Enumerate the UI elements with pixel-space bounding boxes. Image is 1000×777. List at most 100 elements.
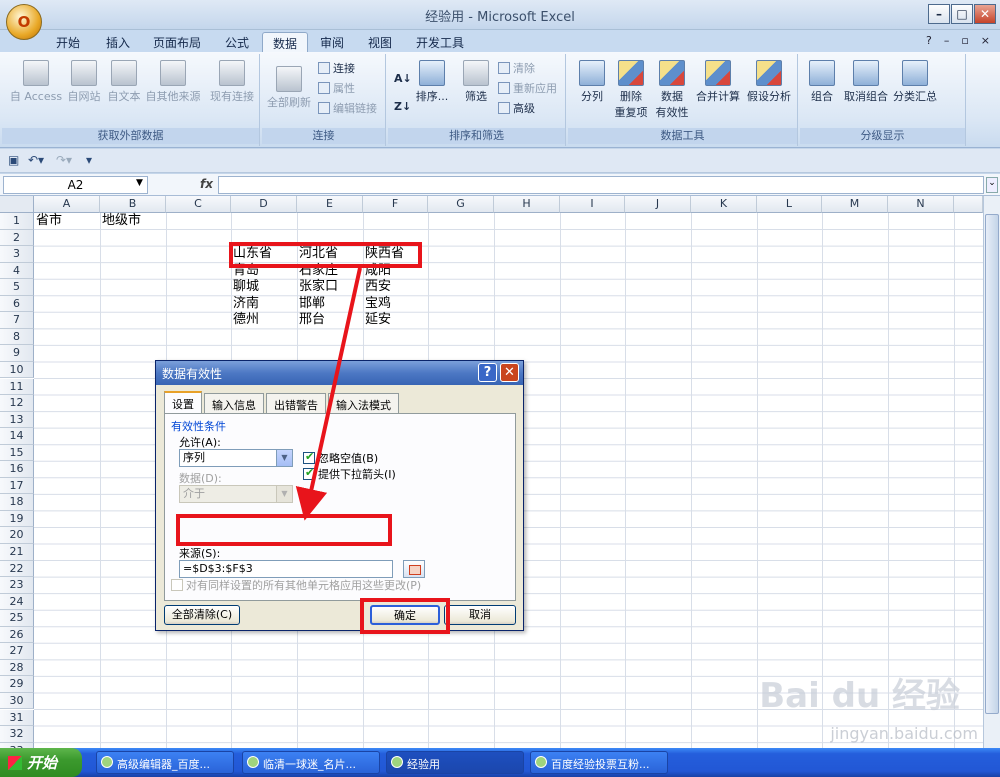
text-to-columns-button[interactable]: 分列 (574, 60, 610, 104)
select-all-corner[interactable] (0, 196, 34, 213)
column-header[interactable]: H (494, 196, 560, 213)
column-header[interactable]: K (691, 196, 757, 213)
row-header[interactable]: 16 (0, 461, 34, 478)
undo-icon[interactable]: ↶▾ (28, 153, 44, 167)
row-header[interactable]: 19 (0, 510, 34, 528)
data-validation-button[interactable]: 数据 有效性 (652, 60, 692, 120)
consolidate-button[interactable]: 合并计算 (694, 60, 742, 104)
row-header[interactable]: 7 (0, 312, 34, 329)
row-header[interactable]: 22 (0, 560, 34, 578)
column-header[interactable]: N (888, 196, 954, 213)
tab-error-alert[interactable]: 出错警告 (266, 393, 326, 413)
name-box[interactable]: A2 (3, 176, 148, 194)
from-web-button[interactable]: 自网站 (64, 60, 104, 104)
row-header[interactable]: 12 (0, 395, 34, 412)
sort-asc-icon[interactable]: A↓ (394, 72, 412, 85)
reapply-button[interactable]: 重新应用 (498, 80, 557, 96)
cell-e6[interactable]: 邯郸 (297, 296, 325, 312)
row-header[interactable]: 15 (0, 444, 34, 462)
properties-button[interactable]: 属性 (318, 80, 355, 96)
tab-formulas[interactable]: 公式 (215, 32, 259, 52)
row-header[interactable]: 20 (0, 527, 34, 544)
tab-review[interactable]: 审阅 (310, 32, 354, 52)
row-header[interactable]: 14 (0, 428, 34, 445)
row-header[interactable]: 9 (0, 345, 34, 362)
restore-icon[interactable]: ▫ (961, 34, 968, 47)
maximize-button[interactable]: □ (951, 4, 973, 24)
row-header[interactable]: 1 (0, 213, 34, 230)
row-header[interactable]: 24 (0, 593, 34, 611)
row-header[interactable]: 4 (0, 262, 34, 280)
row-header[interactable]: 2 (0, 229, 34, 247)
tab-developer[interactable]: 开发工具 (406, 32, 474, 52)
clear-button[interactable]: 清除 (498, 60, 535, 76)
group-button[interactable]: 组合 (804, 60, 840, 104)
clear-all-button[interactable]: 全部清除(C) (164, 605, 240, 625)
row-header[interactable]: 32 (0, 726, 34, 743)
sort-desc-icon[interactable]: Z↓ (394, 100, 411, 113)
apply-all-checkbox[interactable]: 对有同样设置的所有其他单元格应用这些更改(P) (171, 577, 421, 593)
filter-button[interactable]: 筛选 (458, 60, 494, 104)
office-button[interactable]: O (6, 4, 42, 40)
column-header[interactable]: G (428, 196, 494, 213)
row-header[interactable]: 10 (0, 361, 34, 379)
row-header[interactable]: 30 (0, 692, 34, 710)
refresh-all-button[interactable]: 全部刷新 (264, 66, 314, 110)
cell-a1[interactable]: 省市 (34, 213, 62, 229)
row-header[interactable]: 31 (0, 709, 34, 727)
vertical-scrollbar[interactable] (983, 196, 1000, 748)
row-header[interactable]: 28 (0, 659, 34, 677)
cell-d5[interactable]: 聊城 (231, 279, 259, 295)
column-header[interactable]: I (560, 196, 625, 213)
row-header[interactable]: 25 (0, 610, 34, 627)
data-select[interactable]: 介于 ▼ (179, 485, 293, 503)
cell-d7[interactable]: 德州 (231, 312, 259, 328)
edit-links-button[interactable]: 编辑链接 (318, 100, 377, 116)
row-header[interactable]: 18 (0, 494, 34, 511)
row-header[interactable]: 27 (0, 643, 34, 660)
column-header[interactable]: L (757, 196, 822, 213)
row-header[interactable]: 3 (0, 246, 34, 263)
advanced-button[interactable]: 高级 (498, 100, 535, 116)
row-header[interactable]: 17 (0, 477, 34, 495)
tab-view[interactable]: 视图 (358, 32, 402, 52)
existing-connections-button[interactable]: 现有连接 (206, 60, 258, 104)
row-header[interactable]: 21 (0, 544, 34, 561)
taskbar-item[interactable]: 临清一球迷_名片... (242, 751, 380, 774)
range-picker-icon[interactable] (403, 560, 425, 578)
column-header[interactable]: J (625, 196, 691, 213)
formula-input[interactable] (218, 176, 984, 194)
cell-e5[interactable]: 张家口 (297, 279, 338, 295)
tab-data[interactable]: 数据 (262, 32, 309, 52)
column-header[interactable]: C (166, 196, 231, 213)
start-button[interactable]: 开始 (0, 748, 82, 777)
what-if-button[interactable]: 假设分析 (744, 60, 794, 104)
row-header[interactable]: 13 (0, 411, 34, 429)
help-icon[interactable]: ? (926, 34, 932, 47)
ignore-blank-checkbox[interactable]: 忽略空值(B) (303, 450, 378, 466)
customize-qat-icon[interactable]: ▾ (86, 153, 92, 167)
in-cell-dropdown-checkbox[interactable]: 提供下拉箭头(I) (303, 466, 396, 482)
tab-page-layout[interactable]: 页面布局 (143, 32, 211, 52)
close-icon[interactable]: × (981, 34, 990, 47)
row-header[interactable]: 6 (0, 295, 34, 313)
cell-f5[interactable]: 西安 (363, 279, 391, 295)
cell-f6[interactable]: 宝鸡 (363, 296, 391, 312)
allow-select[interactable]: 序列 ▼ (179, 449, 293, 467)
row-header[interactable]: 5 (0, 279, 34, 296)
column-header[interactable]: M (822, 196, 888, 213)
row-header[interactable]: 11 (0, 378, 34, 396)
remove-duplicates-button[interactable]: 删除 重复项 (612, 60, 650, 120)
sort-button[interactable]: 排序... (414, 60, 450, 104)
column-header[interactable]: F (363, 196, 428, 213)
column-header[interactable]: D (231, 196, 297, 213)
tab-input-message[interactable]: 输入信息 (204, 393, 264, 413)
tab-settings[interactable]: 设置 (164, 391, 202, 413)
taskbar-item[interactable]: 百度经验投票互粉... (530, 751, 668, 774)
source-input[interactable]: =$D$3:$F$3 (179, 560, 393, 578)
column-header[interactable]: B (100, 196, 166, 213)
cell-e7[interactable]: 邢台 (297, 312, 325, 328)
chevron-down-icon[interactable]: ▼ (136, 178, 143, 188)
row-header[interactable]: 26 (0, 626, 34, 644)
scroll-thumb[interactable] (985, 214, 999, 714)
